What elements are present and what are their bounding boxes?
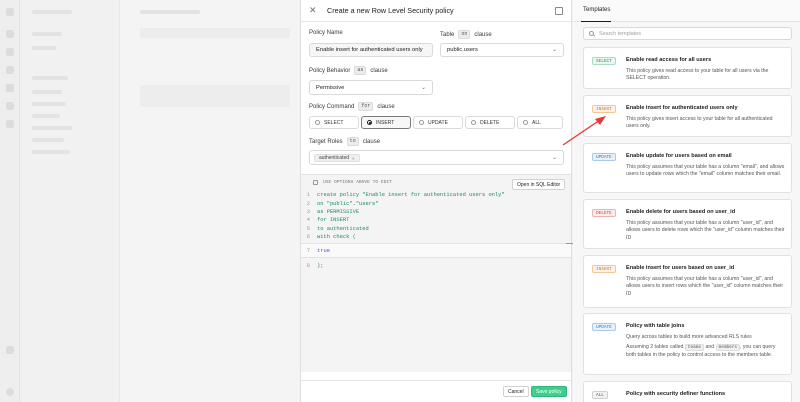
arrow-head: [595, 116, 606, 125]
template-badge: ALL: [592, 391, 608, 399]
chevron-down-icon: ⌄: [551, 47, 557, 53]
behavior-select[interactable]: Permissive ⌄: [309, 80, 433, 95]
code-line: 3 as PERMISSIVE: [306, 208, 360, 215]
target-roles-select[interactable]: authenticated × ⌄: [309, 150, 564, 165]
template-card[interactable]: INSERT Enable insert for users based on …: [583, 255, 792, 308]
template-card[interactable]: UPDATE Policy with table joins Query acr…: [583, 313, 792, 375]
template-card[interactable]: SELECT Enable read access for all users …: [583, 47, 792, 89]
storage-icon: [6, 120, 14, 128]
template-card[interactable]: ALL Policy with security definer functio…: [583, 381, 792, 402]
radio-icon: [523, 120, 528, 125]
settings-icon: [6, 346, 14, 354]
template-badge: INSERT: [592, 265, 616, 273]
template-description: This policy gives read access to your ta…: [626, 68, 769, 82]
active-tab-indicator: [581, 21, 611, 22]
cancel-button[interactable]: Cancel: [503, 386, 529, 397]
policy-name-label: Policy Name: [309, 30, 343, 36]
code-block: 1 create policy "Enable insert for authen…: [301, 191, 571, 270]
template-card[interactable]: UPDATE Enable update for users based on …: [583, 143, 792, 193]
code-chip: members: [715, 344, 741, 352]
as-chip: as: [354, 66, 367, 75]
panel-footer: Cancel Save policy: [301, 380, 571, 402]
template-description: This policy assumes that your table has …: [626, 164, 785, 178]
code-line: 4 for INSERT: [306, 217, 350, 224]
template-title: Policy with security definer functions: [626, 391, 726, 397]
command-delete[interactable]: DELETE: [465, 116, 515, 129]
policy-name-input[interactable]: Enable insert for authenticated users on…: [309, 43, 433, 57]
open-in-sql-editor-button[interactable]: Open in SQL Editor: [512, 179, 566, 190]
panel-title: Create a new Row Level Security policy: [327, 6, 454, 15]
bg-sidebar: [20, 0, 120, 402]
info-icon: [313, 180, 318, 185]
check-expression-line[interactable]: 7 true: [301, 243, 571, 259]
policy-command-label: Policy Command for clause: [309, 102, 395, 111]
template-description: This policy gives insert access to your …: [626, 116, 773, 130]
arrow-shaft: [562, 119, 601, 146]
database-icon: [6, 84, 14, 92]
to-chip: to: [346, 137, 359, 146]
expand-icon[interactable]: [555, 6, 563, 15]
search-icon: [589, 31, 594, 36]
annotation-arrow-icon: [562, 116, 606, 146]
table-select[interactable]: public.users ⌄: [440, 43, 564, 57]
template-card[interactable]: INSERT Enable insert for authenticated u…: [583, 95, 792, 137]
auth-icon: [6, 102, 14, 110]
template-badge: DELETE: [592, 209, 616, 217]
table-label: Table on clause: [440, 30, 492, 39]
nav-rail: [0, 0, 20, 402]
template-badge: SELECT: [592, 57, 616, 65]
close-icon[interactable]: ✕: [309, 5, 321, 16]
search-templates-input[interactable]: Search templates: [583, 27, 792, 40]
logo-icon: [6, 8, 14, 16]
for-chip: for: [358, 102, 374, 111]
template-title: Enable insert for users based on user_id: [626, 265, 735, 271]
radio-icon: [419, 120, 424, 125]
code-line: 6 with check (: [306, 234, 356, 241]
sql-preview-editor: USE OPTIONS ABOVE TO EDIT Open in SQL Ed…: [301, 174, 571, 372]
editor-hint: USE OPTIONS ABOVE TO EDIT: [313, 180, 392, 185]
template-description: This policy assumes that your table has …: [626, 276, 784, 297]
template-card[interactable]: DELETE Enable delete for users based on …: [583, 199, 792, 249]
table-icon: [6, 48, 14, 56]
radio-icon: [471, 120, 476, 125]
radio-checked-icon: [367, 120, 372, 125]
policy-command-radio-group: SELECT INSERT UPDATE DELETE ALL: [309, 116, 563, 129]
save-policy-button[interactable]: Save policy: [531, 386, 567, 397]
code-line: 2 on "public"."users": [306, 200, 379, 207]
on-chip: on: [458, 30, 471, 39]
template-title: Enable update for users based on email: [626, 153, 732, 159]
target-roles-label: Target Roles to clause: [309, 137, 381, 146]
template-badge: UPDATE: [592, 153, 616, 161]
panel-header: ✕ Create a new Row Level Security policy: [301, 0, 571, 22]
tab-templates[interactable]: Templates: [583, 7, 610, 13]
chevron-down-icon: ⌄: [551, 154, 557, 161]
template-title: Enable read access for all users: [626, 57, 712, 63]
template-title: Enable delete for users based on user_id: [626, 209, 736, 215]
template-title: Policy with table joins: [626, 323, 685, 329]
command-insert[interactable]: INSERT: [361, 116, 411, 129]
command-select[interactable]: SELECT: [309, 116, 359, 129]
command-all[interactable]: ALL: [517, 116, 563, 129]
remove-role-icon[interactable]: ×: [352, 156, 355, 161]
command-update[interactable]: UPDATE: [413, 116, 463, 129]
code-chip: teams: [684, 344, 705, 352]
template-description: Query across tables to build more advanc…: [626, 334, 776, 358]
code-line: 8);: [306, 262, 324, 269]
template-title: Enable insert for authenticated users on…: [626, 105, 738, 111]
radio-icon: [315, 120, 320, 125]
template-description: This policy assumes that your table has …: [626, 220, 785, 241]
code-line: 1 create policy "Enable insert for authen…: [306, 192, 505, 199]
home-icon: [6, 30, 14, 38]
chevron-down-icon: ⌄: [420, 84, 426, 91]
template-badge: UPDATE: [592, 323, 616, 331]
avatar: [6, 388, 14, 396]
role-tag-authenticated: authenticated ×: [314, 154, 360, 162]
templates-tabbar: Templates: [573, 0, 800, 22]
policy-behavior-label: Policy Behavior as clause: [309, 66, 388, 75]
sql-icon: [6, 66, 14, 74]
templates-panel: Templates Search templates SELECT Enable…: [573, 0, 800, 402]
resize-handle[interactable]: [566, 243, 573, 244]
code-line: 5 to authenticated: [306, 225, 369, 232]
